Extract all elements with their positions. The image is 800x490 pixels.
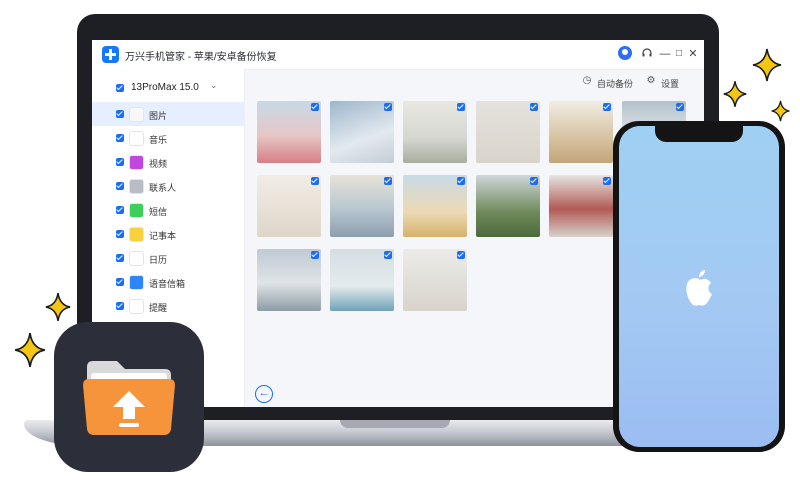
sidebar-item-checkbox[interactable] — [116, 134, 124, 142]
iphone-notch — [655, 126, 743, 142]
sidebar-item-label: 音乐 — [149, 135, 168, 145]
sidebar-item-5[interactable]: 记事本 — [92, 222, 244, 246]
sidebar-item-0[interactable]: 图片 — [92, 102, 244, 126]
device-selector[interactable]: 13ProMax 15.0 ⌄ — [92, 69, 244, 102]
minimize-button[interactable]: — — [658, 47, 672, 61]
photo-thumbnail[interactable] — [330, 101, 394, 163]
sidebar-item-checkbox[interactable] — [116, 302, 124, 310]
photo-checkbox[interactable] — [603, 177, 611, 185]
sidebar-item-label: 日历 — [149, 255, 168, 265]
photo-checkbox[interactable] — [676, 103, 684, 111]
sidebar-item-checkbox[interactable] — [116, 206, 124, 214]
sidebar-item-label: 提醒 — [149, 303, 168, 313]
music-icon — [129, 131, 144, 146]
photo-thumbnail[interactable] — [403, 249, 467, 311]
app-logo-icon — [102, 46, 119, 63]
close-button[interactable]: ✕ — [686, 47, 700, 61]
photo-checkbox[interactable] — [530, 103, 538, 111]
photo-checkbox[interactable] — [457, 103, 465, 111]
photo-checkbox[interactable] — [384, 251, 392, 259]
sidebar-item-label: 联系人 — [149, 183, 177, 193]
sidebar-item-label: 视频 — [149, 159, 168, 169]
settings-button[interactable]: 设置 — [661, 77, 679, 90]
photo-checkbox[interactable] — [311, 251, 319, 259]
sidebar-item-checkbox[interactable] — [116, 254, 124, 262]
sidebar-item-label: 图片 — [149, 111, 168, 121]
backup-app-icon — [54, 322, 204, 472]
photo-checkbox[interactable] — [457, 251, 465, 259]
reminders-icon — [129, 299, 144, 314]
messages-icon — [129, 203, 144, 218]
photo-thumbnail[interactable] — [257, 249, 321, 311]
sidebar-item-4[interactable]: 短信 — [92, 198, 244, 222]
account-icon[interactable] — [618, 46, 632, 60]
sidebar-item-label: 语音信箱 — [149, 279, 186, 289]
photo-checkbox[interactable] — [457, 177, 465, 185]
clock-icon: ◷ — [582, 75, 592, 86]
photo-thumbnail[interactable] — [330, 175, 394, 237]
device-name: 13ProMax 15.0 — [131, 82, 199, 93]
photo-checkbox[interactable] — [384, 103, 392, 111]
photo-thumbnail[interactable] — [549, 175, 613, 237]
back-button[interactable]: ← — [255, 385, 273, 403]
photo-thumbnail[interactable] — [476, 101, 540, 163]
sparkle-icon — [723, 81, 747, 107]
photo-checkbox[interactable] — [311, 177, 319, 185]
photo-thumbnail[interactable] — [549, 101, 613, 163]
sidebar-item-6[interactable]: 日历 — [92, 246, 244, 270]
sparkle-icon — [771, 100, 790, 122]
iphone-screen — [619, 126, 779, 447]
photo-thumbnail[interactable] — [257, 175, 321, 237]
sparkle-icon — [752, 48, 782, 82]
sidebar-item-checkbox[interactable] — [116, 158, 124, 166]
maximize-button[interactable]: □ — [672, 47, 686, 61]
gear-icon: ⚙ — [646, 75, 656, 86]
auto-backup-button[interactable]: 自动备份 — [597, 77, 633, 90]
notes-icon — [129, 227, 144, 242]
photo-thumbnail[interactable] — [330, 249, 394, 311]
sidebar-item-checkbox[interactable] — [116, 230, 124, 238]
sidebar-item-checkbox[interactable] — [116, 182, 124, 190]
device-checkbox[interactable] — [116, 84, 124, 92]
sidebar-item-7[interactable]: 语音信箱 — [92, 270, 244, 294]
sidebar-item-8[interactable]: 提醒 — [92, 294, 244, 318]
photo-thumbnail[interactable] — [403, 175, 467, 237]
photos-icon — [129, 107, 144, 122]
photo-checkbox[interactable] — [311, 103, 319, 111]
chevron-down-icon[interactable]: ⌄ — [210, 80, 218, 91]
laptop-notch — [340, 420, 450, 428]
headset-icon[interactable] — [640, 47, 654, 61]
contacts-icon — [129, 179, 144, 194]
photo-thumbnail[interactable] — [257, 101, 321, 163]
photo-thumbnail[interactable] — [476, 175, 540, 237]
sidebar-item-checkbox[interactable] — [116, 278, 124, 286]
photo-checkbox[interactable] — [603, 103, 611, 111]
sidebar-item-label: 短信 — [149, 207, 168, 217]
sidebar-item-label: 记事本 — [149, 231, 177, 241]
photo-checkbox[interactable] — [384, 177, 392, 185]
sparkle-icon — [15, 332, 45, 368]
sparkle-icon — [45, 293, 71, 321]
sidebar-item-3[interactable]: 联系人 — [92, 174, 244, 198]
sidebar-item-checkbox[interactable] — [116, 110, 124, 118]
voicemail-icon — [129, 275, 144, 290]
sidebar-item-1[interactable]: 音乐 — [92, 126, 244, 150]
video-icon — [129, 155, 144, 170]
title-bar: 万兴手机管家 - 苹果/安卓备份恢复 — □ ✕ — [92, 40, 704, 70]
calendar-icon — [129, 251, 144, 266]
photo-thumbnail[interactable] — [403, 101, 467, 163]
apple-logo-icon — [686, 270, 712, 306]
sidebar-item-2[interactable]: 视频 — [92, 150, 244, 174]
window-title: 万兴手机管家 - 苹果/安卓备份恢复 — [125, 52, 277, 63]
photo-checkbox[interactable] — [530, 177, 538, 185]
